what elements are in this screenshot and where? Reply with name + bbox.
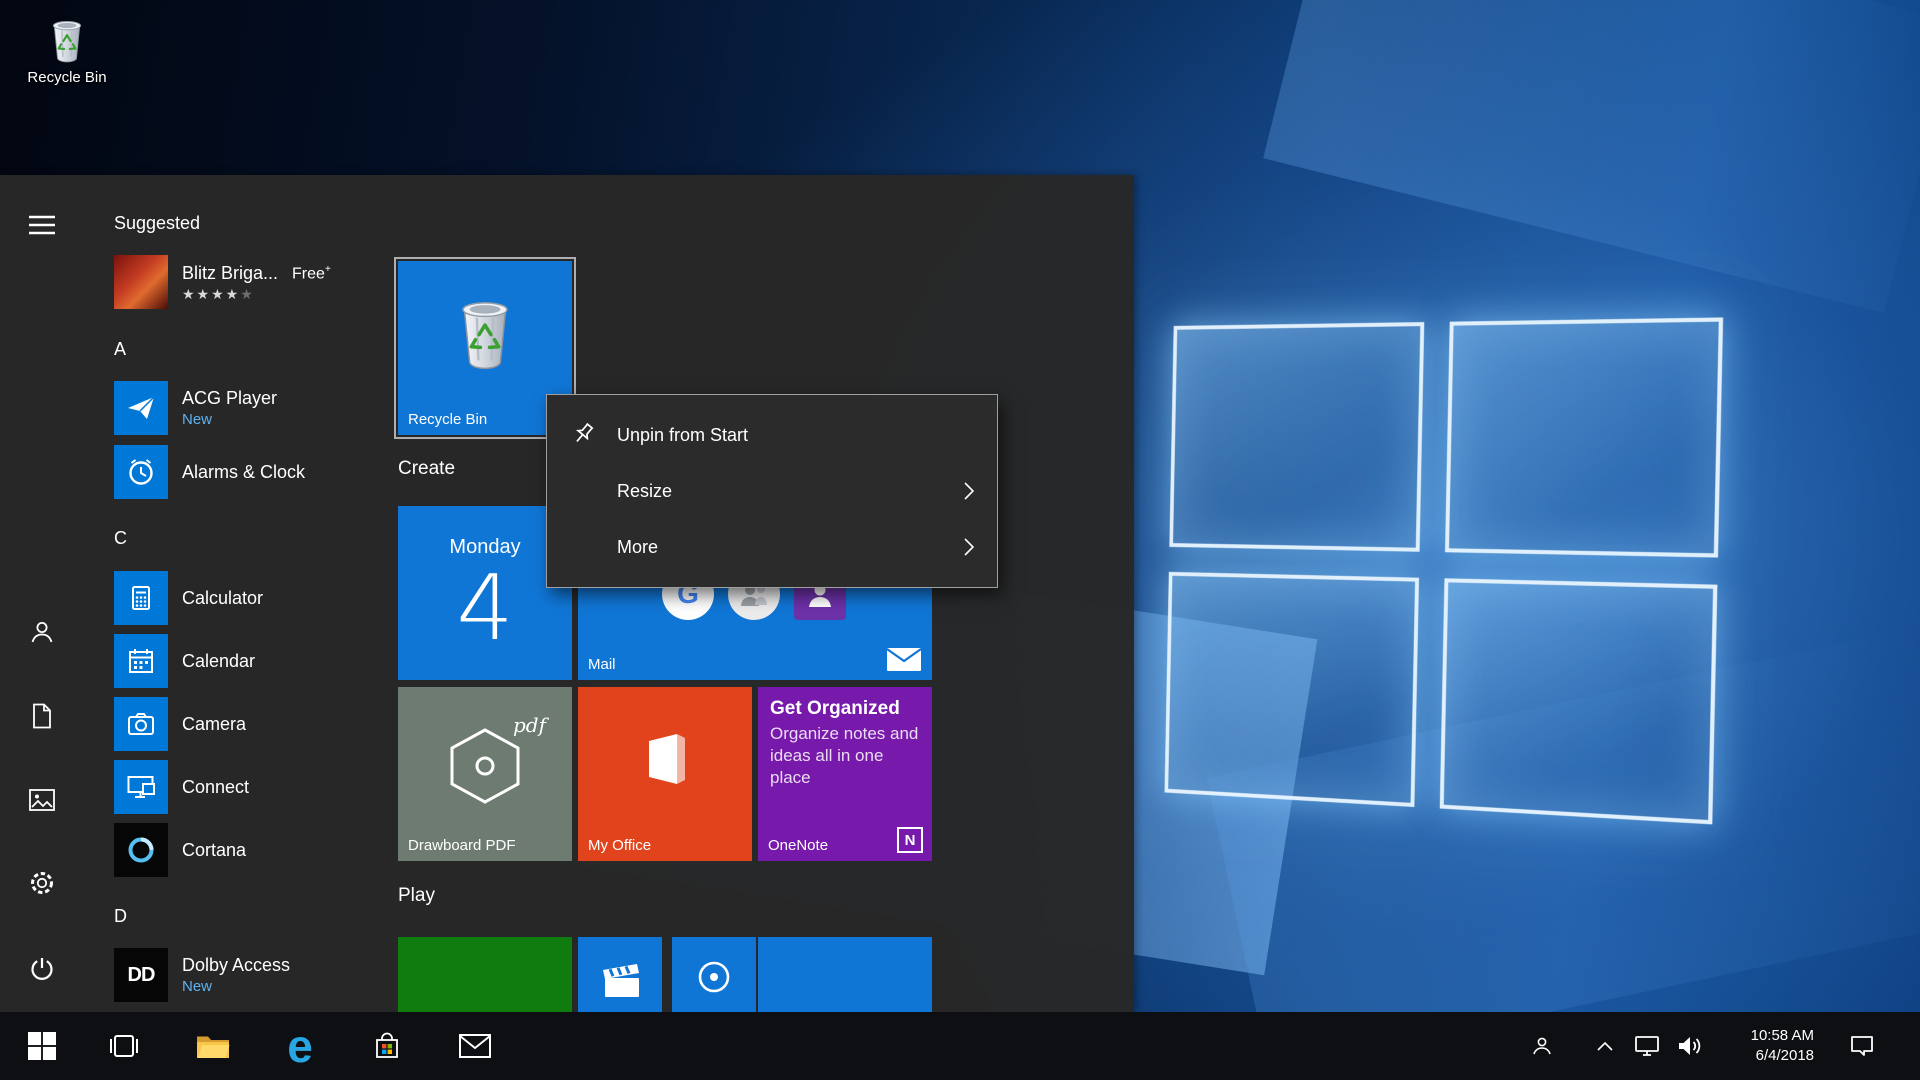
app-name: Calculator xyxy=(182,588,263,609)
edge-button[interactable]: e xyxy=(269,1012,331,1080)
tile-drawboard-pdf[interactable]: pdf Drawboard PDF xyxy=(398,687,572,861)
light-beam xyxy=(1263,0,1920,313)
tile-context-menu: Unpin from Start Resize More xyxy=(546,394,998,588)
acg-player-icon xyxy=(114,381,168,435)
onenote-badge-icon: N xyxy=(897,827,923,853)
app-name: Cortana xyxy=(182,840,246,861)
desktop-icon-recycle-bin[interactable]: Recycle Bin xyxy=(12,8,122,86)
app-name: Camera xyxy=(182,714,246,735)
app-name: Dolby Access xyxy=(182,955,290,976)
screen: Recycle Bin Suggested xyxy=(0,0,1920,1080)
network-button[interactable] xyxy=(1626,1012,1668,1080)
start-menu: Suggested Blitz Briga... Free+ ★★★★★ A xyxy=(0,175,1134,1012)
app-list-header-c[interactable]: C xyxy=(114,526,127,550)
calendar-icon xyxy=(114,634,168,688)
file-explorer-button[interactable] xyxy=(182,1012,244,1080)
app-list-item-acg-player[interactable]: ACG Player New xyxy=(114,381,414,435)
app-list-item-dolby-access[interactable]: DD Dolby Access New xyxy=(114,948,414,1002)
dolby-access-icon: DD xyxy=(114,948,168,1002)
context-menu-label: Unpin from Start xyxy=(617,425,748,446)
blitz-brigade-icon xyxy=(114,255,168,309)
start-app-list: Suggested Blitz Briga... Free+ ★★★★★ A xyxy=(0,175,400,1012)
office-logo-icon xyxy=(633,727,697,791)
action-center-icon xyxy=(1850,1034,1874,1058)
alarms-clock-icon xyxy=(114,445,168,499)
taskbar-clock[interactable]: 10:58 AM 6/4/2018 xyxy=(1716,1012,1814,1080)
app-list-item-blitz-brigade[interactable]: Blitz Briga... Free+ ★★★★★ xyxy=(114,255,414,309)
app-list-item-camera[interactable]: Camera xyxy=(114,697,414,751)
context-menu-item-unpin[interactable]: Unpin from Start xyxy=(547,407,997,463)
tile-movies-tv[interactable] xyxy=(578,937,662,1012)
task-view-button[interactable] xyxy=(93,1012,155,1080)
task-view-icon xyxy=(108,1033,140,1059)
mail-button[interactable] xyxy=(444,1012,506,1080)
window-pane xyxy=(1169,322,1424,552)
network-icon xyxy=(1635,1036,1659,1056)
clock-time: 10:58 AM xyxy=(1751,1026,1814,1046)
app-list-item-calculator[interactable]: Calculator xyxy=(114,571,414,625)
unpin-icon xyxy=(569,420,599,450)
action-center-button[interactable] xyxy=(1841,1012,1883,1080)
tile-group-header-play[interactable]: Play xyxy=(398,885,435,907)
app-name: Connect xyxy=(182,777,249,798)
app-name: Blitz Briga... xyxy=(182,263,278,284)
tile-my-office[interactable]: My Office xyxy=(578,687,752,861)
groove-circle-icon xyxy=(694,957,734,997)
submenu-chevron-icon xyxy=(963,481,975,501)
tile-onenote[interactable]: Get Organized Organize notes and ideas a… xyxy=(758,687,932,861)
app-list-header-d[interactable]: D xyxy=(114,904,127,928)
tile-group-header-create[interactable]: Create xyxy=(398,458,455,480)
clock-date: 6/4/2018 xyxy=(1756,1046,1814,1066)
folder-icon xyxy=(196,1032,230,1060)
store-bag-icon xyxy=(372,1031,402,1061)
store-button[interactable] xyxy=(356,1012,418,1080)
window-pane xyxy=(1165,572,1420,807)
context-menu-label: More xyxy=(617,537,658,558)
submenu-chevron-icon xyxy=(963,537,975,557)
app-price: Free+ xyxy=(292,264,331,283)
camera-icon xyxy=(114,697,168,751)
new-badge: New xyxy=(182,411,277,428)
recycle-bin-icon xyxy=(438,281,532,375)
app-rating-stars: ★★★★★ xyxy=(182,286,331,302)
app-list-header-a[interactable]: A xyxy=(114,337,126,361)
connect-icon xyxy=(114,760,168,814)
tile-play-blue[interactable] xyxy=(758,937,932,1012)
clapperboard-icon xyxy=(597,957,643,1003)
cortana-icon xyxy=(114,823,168,877)
pdf-script-text: pdf xyxy=(513,713,546,737)
start-button[interactable] xyxy=(11,1012,73,1080)
new-badge: New xyxy=(182,978,290,995)
people-button[interactable] xyxy=(1520,1012,1564,1080)
app-name: ACG Player xyxy=(182,388,277,409)
mail-envelope-icon xyxy=(459,1034,491,1058)
desktop-icon-label: Recycle Bin xyxy=(27,69,106,86)
chevron-up-icon xyxy=(1597,1041,1613,1051)
windows-logo-icon xyxy=(28,1032,56,1060)
window-pane xyxy=(1440,578,1718,824)
app-list-item-calendar[interactable]: Calendar xyxy=(114,634,414,688)
window-pane xyxy=(1445,317,1723,557)
app-list-item-alarms-clock[interactable]: Alarms & Clock xyxy=(114,445,414,499)
recycle-bin-icon xyxy=(38,8,96,66)
calculator-icon xyxy=(114,571,168,625)
context-menu-label: Resize xyxy=(617,481,672,502)
taskbar: e 10:58 AM 6/4/2018 xyxy=(0,1012,1920,1080)
tray-overflow-button[interactable] xyxy=(1587,1012,1623,1080)
context-menu-item-more[interactable]: More xyxy=(547,519,997,575)
windows-logo-window xyxy=(1165,317,1724,824)
app-name: Alarms & Clock xyxy=(182,462,305,483)
mail-envelope-icon xyxy=(886,647,922,672)
app-list-header-suggested: Suggested xyxy=(114,211,200,235)
edge-icon: e xyxy=(287,1023,313,1069)
context-menu-item-resize[interactable]: Resize xyxy=(547,463,997,519)
volume-button[interactable] xyxy=(1669,1012,1711,1080)
speaker-icon xyxy=(1677,1035,1703,1057)
tile-groove-music[interactable] xyxy=(672,937,756,1012)
app-list-item-cortana[interactable]: Cortana xyxy=(114,823,414,877)
app-list-item-connect[interactable]: Connect xyxy=(114,760,414,814)
app-name: Calendar xyxy=(182,651,255,672)
people-icon xyxy=(1531,1035,1553,1057)
tile-play-green[interactable] xyxy=(398,937,572,1012)
